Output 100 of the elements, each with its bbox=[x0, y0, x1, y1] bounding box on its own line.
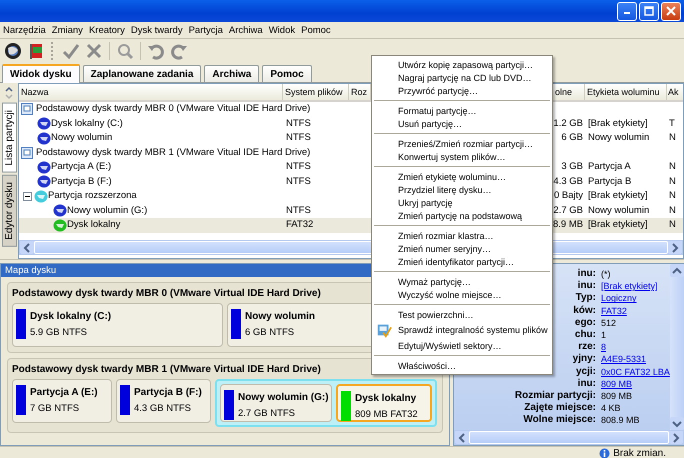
disk-name: Podstawowy dysk twardy MBR 0 (VMware Vitual IDE Hard Drive) bbox=[36, 102, 310, 116]
property-label: yjny: bbox=[572, 353, 596, 364]
menu-item[interactable]: Narzędzia bbox=[0, 24, 49, 36]
partition-name: Dysk lokalny (C:) bbox=[30, 311, 112, 322]
menu-item[interactable]: Zmiany bbox=[48, 24, 86, 36]
disc-globe-icon[interactable] bbox=[3, 40, 23, 60]
menu-item[interactable]: Wyczyść wolne miejsce… bbox=[372, 288, 552, 301]
column-header[interactable]: Etykieta woluminu bbox=[585, 84, 667, 100]
menu-item[interactable]: Usuń partycję… bbox=[372, 117, 552, 130]
partition-block[interactable]: Dysk lokalny (C:) 5.9 GB NTFS bbox=[12, 303, 223, 347]
volume-label: [Brak etykiety] bbox=[588, 190, 648, 201]
partition-block[interactable]: Partycja B (F:) 4.3 GB NTFS bbox=[116, 379, 211, 423]
partition-block[interactable]: Nowy wolumin (G:) 2.7 GB NTFS bbox=[220, 384, 332, 422]
property-label: ycji: bbox=[576, 366, 596, 376]
menu-item[interactable]: Zmień rozmiar klastra… bbox=[372, 229, 552, 242]
menu-item[interactable]: Kreatory bbox=[86, 24, 128, 36]
scroll-left-button[interactable] bbox=[455, 431, 469, 444]
menu-item[interactable]: Ukryj partycję bbox=[372, 196, 552, 209]
free-space: 2.7 GB bbox=[553, 204, 583, 216]
menu-item[interactable]: Formatuj partycję… bbox=[372, 104, 552, 117]
partition-row[interactable]: Partycja rozszerzona bbox=[19, 189, 371, 204]
property-link[interactable]: FAT32 bbox=[601, 306, 627, 316]
column-header[interactable]: System plików bbox=[283, 84, 349, 100]
property-link[interactable]: A4E9-5331 bbox=[601, 354, 646, 364]
scroll-up-button[interactable] bbox=[670, 264, 684, 277]
partition-block[interactable]: Dysk lokalny 809 MB FAT32 bbox=[336, 384, 432, 422]
menu-item[interactable]: Przywróć partycję… bbox=[372, 84, 552, 97]
property-link[interactable]: 8 bbox=[601, 342, 606, 352]
property-label: ego: bbox=[574, 316, 596, 328]
disk-row[interactable]: Podstawowy dysk twardy MBR 0 (VMware Vitual IDE Hard Drive) bbox=[19, 102, 371, 116]
side-tab[interactable]: Edytor dysku bbox=[2, 174, 16, 246]
partition-row[interactable]: 3 GB Partycja A N bbox=[553, 160, 683, 174]
collapse-icon[interactable] bbox=[23, 192, 32, 201]
vertical-scrollbar[interactable] bbox=[670, 264, 684, 430]
partition-name: Partycja B (F:) bbox=[134, 387, 202, 398]
menu-item[interactable]: Partycja bbox=[186, 24, 226, 36]
property-link[interactable]: [Brak etykiety] bbox=[601, 281, 658, 292]
menu-item[interactable]: Archiwa bbox=[226, 24, 266, 36]
property-label: Typ: bbox=[576, 292, 596, 304]
disk-row[interactable]: Podstawowy dysk twardy MBR 1 (VMware Vitual IDE Hard Drive) bbox=[19, 146, 371, 160]
partition-name: Dysk lokalny (C:) bbox=[51, 116, 123, 130]
property-link[interactable]: 809 MB bbox=[601, 378, 632, 389]
menu-item[interactable]: Widok bbox=[266, 24, 298, 36]
extended-partition-block[interactable]: Nowy wolumin (G:) 2.7 GB NTFS Dysk lokalny 809 MB FAT32 bbox=[215, 379, 437, 427]
close-icon bbox=[666, 6, 676, 16]
property-value: 808.9 MB bbox=[601, 415, 640, 426]
menu-item[interactable]: Właściwości… bbox=[372, 359, 552, 372]
menu-item[interactable]: Zmień etykietę woluminu… bbox=[372, 170, 552, 183]
file-system: FAT32 bbox=[286, 219, 314, 230]
menu-item[interactable]: Przenieś/Zmień rozmiar partycji… bbox=[372, 137, 552, 150]
partition-row[interactable]: Dysk lokalny FAT32 bbox=[19, 218, 371, 232]
property-value: 4 KB bbox=[601, 403, 621, 414]
side-tab[interactable]: Lista partycji bbox=[2, 103, 16, 173]
scroll-left-button[interactable] bbox=[20, 241, 34, 254]
partition-row[interactable]: Nowy wolumin (G:) NTFS bbox=[19, 204, 371, 218]
property-label: chu: bbox=[574, 328, 596, 340]
menu-item[interactable]: Nagraj partycję na CD lub DVD… bbox=[372, 71, 552, 84]
scroll-right-button[interactable] bbox=[668, 241, 682, 254]
partition-row[interactable]: 8.9 MB [Brak etykiety] N bbox=[553, 218, 683, 232]
partition-info: 2.7 GB NTFS bbox=[238, 408, 296, 419]
menu-item[interactable]: Konwertuj system plików… bbox=[372, 150, 552, 163]
menu-item[interactable]: Wymaż partycję… bbox=[372, 275, 552, 288]
active-value: N bbox=[669, 132, 676, 143]
tab[interactable]: Widok dysku bbox=[2, 64, 80, 83]
tab[interactable]: Zaplanowane zadania bbox=[82, 65, 202, 82]
scroll-arrows-icon[interactable] bbox=[3, 85, 15, 101]
volume-label: [Brak etykiety] bbox=[588, 118, 648, 128]
column-header[interactable]: Nazwa bbox=[19, 84, 283, 100]
menu-item[interactable]: Przydziel literę dysku… bbox=[372, 183, 552, 196]
minimize-button[interactable] bbox=[617, 2, 637, 20]
property-link[interactable]: 0x0C FAT32 LBA bbox=[601, 366, 670, 376]
partition-info: 5.9 GB NTFS bbox=[30, 327, 88, 338]
partition-block[interactable]: Partycja A (E:) 7 GB NTFS bbox=[12, 379, 112, 423]
partition-row[interactable]: Nowy wolumin NTFS bbox=[19, 131, 371, 146]
column-header[interactable]: Ak bbox=[667, 84, 683, 100]
tab[interactable]: Archiwa bbox=[204, 65, 260, 82]
menu-item[interactable]: Utwórz kopię zapasową partycji… bbox=[372, 58, 552, 71]
free-space: 8.9 MB bbox=[553, 219, 584, 230]
partition-row[interactable]: 6 GB Nowy wolumin N bbox=[553, 131, 683, 146]
scroll-down-button[interactable] bbox=[670, 417, 684, 430]
menu-item[interactable]: Zmień partycję na podstawową bbox=[372, 209, 552, 222]
volume-label: Partycja A bbox=[588, 161, 631, 172]
horizontal-scrollbar[interactable] bbox=[454, 430, 684, 445]
partition-row[interactable]: 2.7 GB Nowy wolumin N bbox=[553, 204, 683, 218]
partition-row[interactable]: Partycja B (F:) NTFS bbox=[19, 174, 371, 189]
volume-label: [Brak etykiety] bbox=[588, 219, 648, 230]
menu-item[interactable]: Dysk twardy bbox=[128, 24, 186, 36]
partition-row[interactable]: 4.3 GB Partycja B N bbox=[553, 174, 683, 189]
scroll-right-button[interactable] bbox=[668, 431, 683, 444]
menu-item[interactable]: Pomoc bbox=[298, 24, 334, 36]
tab[interactable]: Pomoc bbox=[262, 65, 312, 82]
partition-row[interactable]: 0 Bajty [Brak etykiety] N bbox=[553, 189, 683, 204]
partition-row[interactable]: Partycja A (E:) NTFS bbox=[19, 160, 371, 174]
partition-row[interactable]: 1.2 GB [Brak etykiety] T bbox=[553, 116, 683, 131]
maximize-button[interactable] bbox=[639, 2, 659, 20]
property-link[interactable]: Logiczny bbox=[601, 293, 637, 304]
partition-name: Partycja A (E:) bbox=[51, 160, 112, 174]
close-button[interactable] bbox=[661, 2, 681, 20]
partition-row[interactable]: Dysk lokalny (C:) NTFS bbox=[19, 116, 371, 131]
partition-info: 4.3 GB NTFS bbox=[134, 403, 192, 414]
